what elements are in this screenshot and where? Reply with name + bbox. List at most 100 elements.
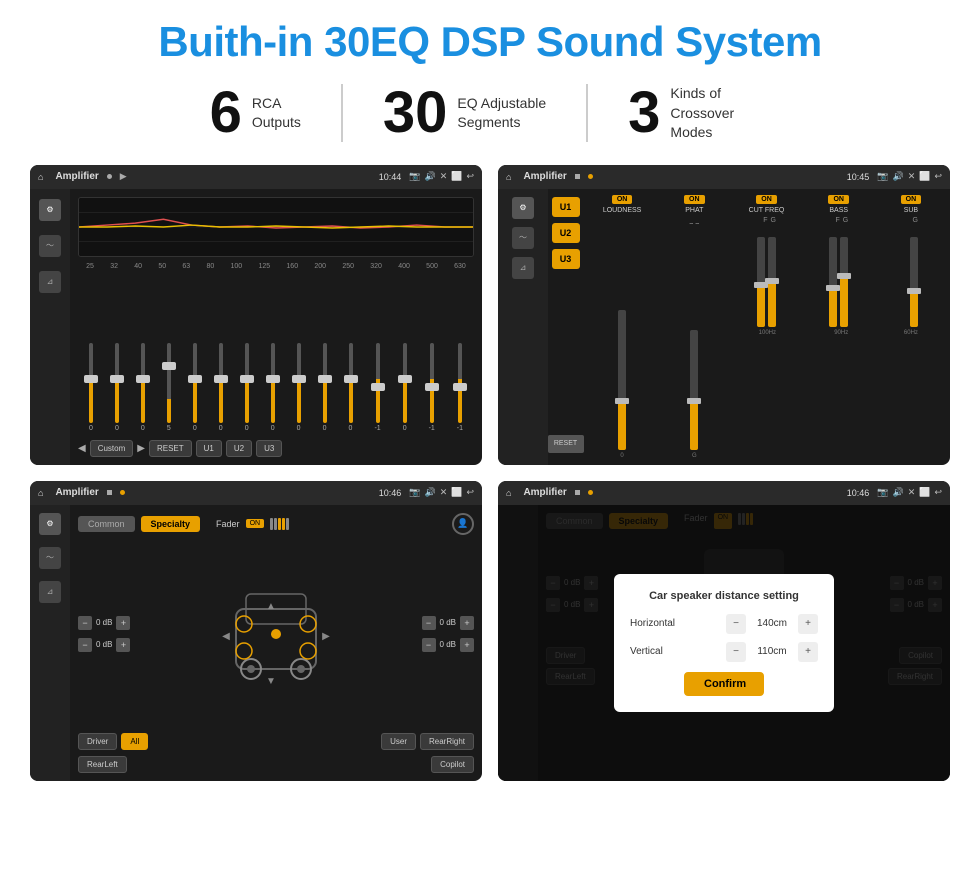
rearleft-btn[interactable]: RearLeft <box>78 756 127 773</box>
specialty-tab[interactable]: Specialty <box>141 516 201 532</box>
screens-grid: ⌂ Amplifier ▶ 10:44 📷 🔊 ✕ ⬜ ↩ ⚙ 〜 ⊿ <box>30 165 950 781</box>
eq-custom-btn[interactable]: Custom <box>90 440 134 457</box>
eq-main: 2532 4050 6380 100125 160200 250320 4005… <box>70 189 482 465</box>
eq-slider-3: 0 <box>141 343 145 432</box>
volume-icon[interactable]: 🔊 <box>424 171 435 182</box>
svg-text:▶: ▶ <box>322 631 330 642</box>
cutfreq-on[interactable]: ON <box>756 195 777 204</box>
amp2-filter-icon[interactable]: ⚙ <box>512 197 534 219</box>
eq-slider-5: 0 <box>193 343 197 432</box>
eq-filter-icon[interactable]: ⚙ <box>39 199 61 221</box>
dialog-overlay: Car speaker distance setting Horizontal … <box>498 505 950 781</box>
stat-number-eq: 30 <box>383 84 448 142</box>
fader-on[interactable]: ON <box>246 519 265 528</box>
settings-circle-icon[interactable]: 👤 <box>452 513 474 535</box>
confirm-button[interactable]: Confirm <box>684 672 764 696</box>
x-icon-3[interactable]: ✕ <box>440 487 448 498</box>
amp2-wave-icon[interactable]: 〜 <box>512 227 534 249</box>
copilot-btn[interactable]: Copilot <box>431 756 474 773</box>
screen-dialog: ⌂ Amplifier 10:46 📷 🔊 ✕ ⬜ ↩ <box>498 481 950 781</box>
stat-crossover: 3 Kinds of Crossover Modes <box>588 84 810 143</box>
phat-name: PHAT <box>685 207 703 214</box>
sp-speaker-icon[interactable]: ⊿ <box>39 581 61 603</box>
window-icon[interactable]: ⬜ <box>451 171 462 182</box>
eq-slider-2: 0 <box>115 343 119 432</box>
u2-button[interactable]: U2 <box>552 223 580 243</box>
plus-btn-4[interactable]: + <box>460 638 474 652</box>
eq-u1-btn[interactable]: U1 <box>196 440 222 457</box>
back-icon[interactable]: ↩ <box>466 171 474 182</box>
eq-reset-btn[interactable]: RESET <box>149 440 192 457</box>
amp2-speaker-icon[interactable]: ⊿ <box>512 257 534 279</box>
eq-freq-labels: 2532 4050 6380 100125 160200 250320 4005… <box>78 263 474 270</box>
volume-icon-4[interactable]: 🔊 <box>892 487 903 498</box>
home-icon[interactable]: ⌂ <box>38 172 43 182</box>
camera-icon-4: 📷 <box>877 487 888 498</box>
car-area: − 0 dB + − 0 dB + <box>78 541 474 727</box>
vertical-control: − 110cm + <box>726 642 818 662</box>
eq-u3-btn[interactable]: U3 <box>256 440 282 457</box>
horizontal-minus[interactable]: − <box>726 614 746 634</box>
eq-wave-icon[interactable]: 〜 <box>39 235 61 257</box>
plus-btn-2[interactable]: + <box>116 638 130 652</box>
vertical-plus[interactable]: + <box>798 642 818 662</box>
cutfreq-slider: F G 100Hz <box>757 217 776 459</box>
x-icon[interactable]: ✕ <box>440 171 448 182</box>
horizontal-plus[interactable]: + <box>798 614 818 634</box>
sub-on[interactable]: ON <box>901 195 922 204</box>
bass-name: BASS <box>829 207 848 214</box>
topbar-title-dlg: Amplifier <box>523 487 566 498</box>
home-icon-2[interactable]: ⌂ <box>506 172 511 182</box>
eq-u2-btn[interactable]: U2 <box>226 440 252 457</box>
plus-btn-1[interactable]: + <box>116 616 130 630</box>
x-icon-2[interactable]: ✕ <box>908 171 916 182</box>
car-svg: ▲ ▼ ◀ ▶ <box>216 569 336 699</box>
driver-btn[interactable]: Driver <box>78 733 117 750</box>
stat-label-eq: EQ Adjustable Segments <box>457 94 546 133</box>
amp2-reset-btn[interactable]: RESET <box>548 435 584 453</box>
stat-eq: 30 EQ Adjustable Segments <box>343 84 588 142</box>
home-icon-4[interactable]: ⌂ <box>506 488 511 498</box>
bass-on[interactable]: ON <box>828 195 849 204</box>
play-icon[interactable]: ▶ <box>120 171 127 182</box>
user-btn[interactable]: User <box>381 733 416 750</box>
horizontal-label: Horizontal <box>630 618 675 629</box>
minus-btn-4[interactable]: − <box>422 638 436 652</box>
window-icon-3[interactable]: ⬜ <box>451 487 462 498</box>
volume-icon-3[interactable]: 🔊 <box>424 487 435 498</box>
sp-filter-icon[interactable]: ⚙ <box>39 513 61 535</box>
sq-icon <box>575 174 580 179</box>
minus-btn-2[interactable]: − <box>78 638 92 652</box>
eq-speaker-icon[interactable]: ⊿ <box>39 271 61 293</box>
common-tab[interactable]: Common <box>78 516 135 532</box>
home-icon-3[interactable]: ⌂ <box>38 488 43 498</box>
sp-sidebar: ⚙ 〜 ⊿ <box>30 505 70 781</box>
minus-btn-3[interactable]: − <box>422 616 436 630</box>
back-icon-4[interactable]: ↩ <box>934 487 942 498</box>
x-icon-4[interactable]: ✕ <box>908 487 916 498</box>
phat-on[interactable]: ON <box>684 195 705 204</box>
sub-slider: G 60Hz <box>904 217 918 459</box>
back-icon-2[interactable]: ↩ <box>934 171 942 182</box>
u1-button[interactable]: U1 <box>552 197 580 217</box>
rearright-btn[interactable]: RearRight <box>420 733 474 750</box>
volume-icon-2[interactable]: 🔊 <box>892 171 903 182</box>
sp-main-content: Common Specialty Fader ON 👤 <box>70 505 482 781</box>
horizontal-value: 140cm <box>752 618 792 629</box>
back-icon-3[interactable]: ↩ <box>466 487 474 498</box>
topbar-time-amp: 10:45 <box>847 172 870 182</box>
window-icon-2[interactable]: ⬜ <box>919 171 930 182</box>
plus-btn-3[interactable]: + <box>460 616 474 630</box>
u3-button[interactable]: U3 <box>552 249 580 269</box>
vertical-minus[interactable]: − <box>726 642 746 662</box>
minus-btn-1[interactable]: − <box>78 616 92 630</box>
loudness-on[interactable]: ON <box>612 195 633 204</box>
db-val-4: 0 dB <box>440 640 456 649</box>
window-icon-4[interactable]: ⬜ <box>919 487 930 498</box>
next-arrow[interactable]: ▶ <box>137 443 145 454</box>
stat-number-crossover: 3 <box>628 84 660 142</box>
prev-arrow[interactable]: ◀ <box>78 443 86 454</box>
channel-phat: ON PHAT ~~ G <box>661 195 727 459</box>
all-btn[interactable]: All <box>121 733 148 750</box>
sp-wave-icon[interactable]: 〜 <box>39 547 61 569</box>
